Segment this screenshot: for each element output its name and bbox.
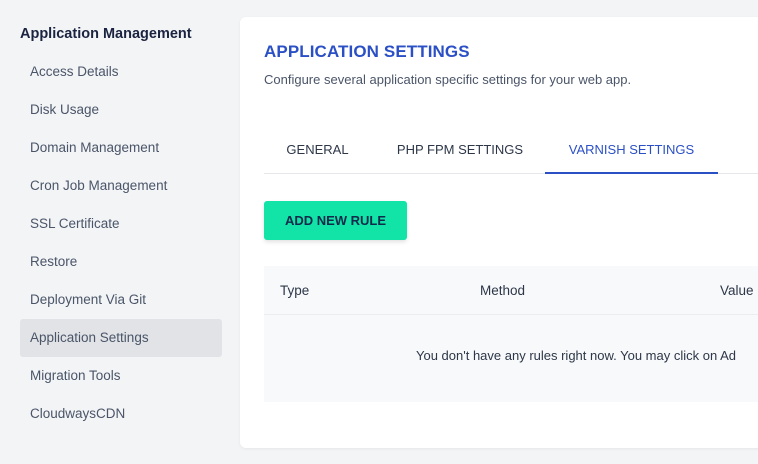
sidebar-item-restore[interactable]: Restore bbox=[20, 243, 222, 281]
settings-card: APPLICATION SETTINGS Configure several a… bbox=[240, 17, 758, 448]
sidebar-title: Application Management bbox=[20, 26, 192, 42]
column-header-value: Value bbox=[720, 283, 754, 298]
page-title: APPLICATION SETTINGS bbox=[264, 42, 470, 61]
tab-general[interactable]: GENERAL bbox=[264, 129, 371, 174]
sidebar-item-cloudways-cdn[interactable]: CloudwaysCDN bbox=[20, 395, 222, 433]
table-header: Type Method Value bbox=[264, 266, 758, 315]
sidebar-item-deployment-via-git[interactable]: Deployment Via Git bbox=[20, 281, 222, 319]
page-subtitle: Configure several application specific s… bbox=[264, 72, 632, 87]
column-header-type: Type bbox=[280, 283, 310, 298]
tab-php-fpm-settings[interactable]: PHP FPM SETTINGS bbox=[380, 129, 540, 174]
add-new-rule-button[interactable]: ADD NEW RULE bbox=[264, 201, 407, 240]
settings-tabs: GENERAL PHP FPM SETTINGS VARNISH SETTING… bbox=[264, 129, 758, 174]
sidebar-item-domain-management[interactable]: Domain Management bbox=[20, 129, 222, 167]
column-header-method: Method bbox=[480, 283, 526, 298]
sidebar-list: Access Details Disk Usage Domain Managem… bbox=[20, 53, 222, 433]
sidebar: Application Management Access Details Di… bbox=[0, 0, 230, 464]
sidebar-item-access-details[interactable]: Access Details bbox=[20, 53, 222, 91]
sidebar-item-disk-usage[interactable]: Disk Usage bbox=[20, 91, 222, 129]
sidebar-item-application-settings[interactable]: Application Settings bbox=[20, 319, 222, 357]
sidebar-item-ssl-certificate[interactable]: SSL Certificate bbox=[20, 205, 222, 243]
sidebar-item-cron-job-management[interactable]: Cron Job Management bbox=[20, 167, 222, 205]
tab-varnish-settings[interactable]: VARNISH SETTINGS bbox=[545, 129, 718, 174]
empty-rules-message: You don't have any rules right now. You … bbox=[416, 348, 736, 363]
sidebar-item-migration-tools[interactable]: Migration Tools bbox=[20, 357, 222, 395]
rules-table: Type Method Value You don't have any rul… bbox=[264, 266, 758, 402]
